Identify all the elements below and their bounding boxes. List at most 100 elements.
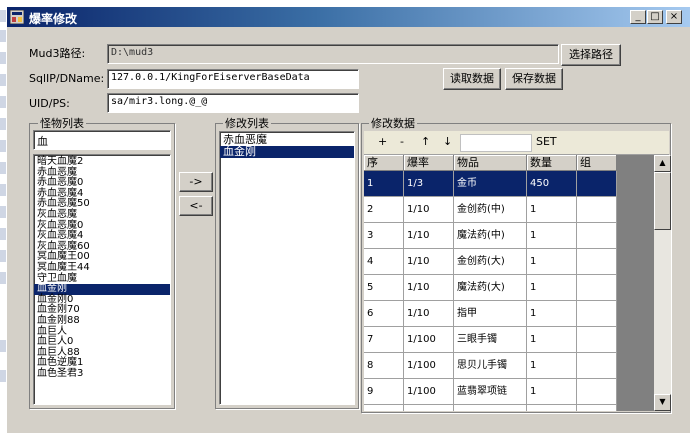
table-cell[interactable]: 1 [527, 379, 577, 405]
data-toolbar: + - ↑ ↓ SET [364, 131, 669, 155]
table-cell[interactable]: 7 [364, 327, 404, 353]
table-cell[interactable] [577, 275, 617, 301]
table-cell[interactable]: 1/10 [404, 275, 454, 301]
table-cell[interactable]: 1 [527, 301, 577, 327]
table-row[interactable]: 1 1/3 金币 450 [364, 171, 617, 197]
data-grid[interactable]: 序爆率 物品 数量组 1 1/3 金币 450 2 1/10 金创药(中) 1 3 1/10 魔法药(中)… [364, 155, 654, 411]
table-cell[interactable] [404, 405, 454, 411]
scroll-down-icon[interactable]: ▼ [654, 394, 671, 411]
table-cell[interactable]: 金创药(中) [454, 197, 527, 223]
column-header[interactable]: 物品 [454, 155, 527, 171]
title-bar[interactable]: 爆率修改 _ □ × [7, 7, 690, 27]
table-cell[interactable]: 蓝翡翠项链 [454, 379, 527, 405]
table-cell[interactable] [527, 405, 577, 411]
move-down-button[interactable]: ↓ [443, 135, 452, 148]
table-cell[interactable] [577, 249, 617, 275]
table-cell[interactable]: 450 [527, 171, 577, 197]
column-header[interactable]: 爆率 [404, 155, 454, 171]
monster-list-item[interactable]: 暗天血魔2 [34, 156, 170, 168]
table-cell[interactable]: 1/100 [404, 353, 454, 379]
scroll-up-icon[interactable]: ▲ [654, 155, 671, 172]
table-cell[interactable]: 金币 [454, 171, 527, 197]
table-cell[interactable]: 1 [527, 353, 577, 379]
add-row-button[interactable]: + [378, 135, 387, 148]
table-cell[interactable] [454, 405, 527, 411]
table-cell[interactable]: 1/10 [404, 301, 454, 327]
monster-search-input[interactable]: 血 [33, 130, 171, 150]
save-data-button[interactable]: 保存数据 [505, 68, 563, 90]
table-cell[interactable]: 9 [364, 379, 404, 405]
monster-list-item[interactable]: 血金刚88 [34, 315, 170, 327]
table-row[interactable]: 6 1/10 指甲 1 [364, 301, 617, 327]
move-up-button[interactable]: ↑ [421, 135, 430, 148]
read-data-button[interactable]: 读取数据 [443, 68, 501, 90]
choose-path-button[interactable]: 选择路径 [561, 44, 621, 66]
column-header[interactable]: 组 [577, 155, 617, 171]
monster-list-item[interactable]: 冥血魔王44 [34, 262, 170, 274]
set-value-input[interactable] [460, 134, 532, 152]
table-cell[interactable]: 魔法药(大) [454, 275, 527, 301]
column-header[interactable]: 序 [364, 155, 404, 171]
table-cell[interactable]: 1 [527, 249, 577, 275]
table-cell[interactable] [577, 379, 617, 405]
table-cell[interactable] [577, 353, 617, 379]
minimize-button[interactable]: _ [630, 10, 646, 24]
table-cell[interactable]: 1 [527, 327, 577, 353]
sql-field[interactable]: 127.0.0.1/KingForEiserverBaseData [107, 69, 359, 89]
table-cell[interactable]: 1 [364, 171, 404, 197]
table-row[interactable]: 4 1/10 金创药(大) 1 [364, 249, 617, 275]
table-cell[interactable]: 1 [527, 223, 577, 249]
table-cell[interactable]: 4 [364, 249, 404, 275]
table-row[interactable]: 10 [364, 405, 617, 411]
table-cell[interactable]: 三眼手镯 [454, 327, 527, 353]
uid-field[interactable]: sa/mir3.long.@_@ [107, 93, 359, 113]
mod-data-title: 修改数据 [369, 115, 417, 131]
table-cell[interactable]: 金创药(大) [454, 249, 527, 275]
remove-from-list-button[interactable]: <- [179, 196, 213, 216]
table-cell[interactable]: 8 [364, 353, 404, 379]
table-cell[interactable]: 3 [364, 223, 404, 249]
table-cell[interactable] [577, 171, 617, 197]
mod-list-item[interactable]: 血金刚 [220, 146, 354, 158]
table-cell[interactable]: 10 [364, 405, 404, 411]
monster-list-item[interactable]: 血色圣君3 [34, 368, 170, 380]
table-cell[interactable]: 6 [364, 301, 404, 327]
table-row[interactable]: 8 1/100 思贝儿手镯 1 [364, 353, 617, 379]
table-cell[interactable]: 魔法药(中) [454, 223, 527, 249]
table-cell[interactable]: 思贝儿手镯 [454, 353, 527, 379]
monster-list-item[interactable]: 灰血恶魔 [34, 209, 170, 221]
table-row[interactable]: 3 1/10 魔法药(中) 1 [364, 223, 617, 249]
sql-label: SqlIP/DName: [29, 72, 105, 85]
monster-listbox[interactable]: 暗天血魔2 赤血恶魔 赤血恶魔0 赤血恶魔4 赤血恶魔50 灰血恶魔 灰血恶魔0 灰血恶魔4 灰… [33, 154, 171, 405]
table-cell[interactable]: 1/10 [404, 223, 454, 249]
mud3-path-field[interactable]: D:\mud3 [107, 44, 559, 64]
add-to-list-button[interactable]: -> [179, 172, 213, 192]
table-cell[interactable]: 1 [527, 197, 577, 223]
table-cell[interactable]: 1/3 [404, 171, 454, 197]
maximize-button[interactable]: □ [647, 10, 663, 24]
table-cell[interactable]: 5 [364, 275, 404, 301]
table-cell[interactable]: 指甲 [454, 301, 527, 327]
scroll-thumb[interactable] [654, 172, 671, 230]
column-header[interactable]: 数量 [527, 155, 577, 171]
table-row[interactable]: 9 1/100 蓝翡翠项链 1 [364, 379, 617, 405]
close-button[interactable]: × [666, 10, 682, 24]
mod-listbox[interactable]: 赤血恶魔 血金刚 [219, 131, 355, 405]
table-row[interactable]: 5 1/10 魔法药(大) 1 [364, 275, 617, 301]
table-cell[interactable]: 1/10 [404, 249, 454, 275]
table-cell[interactable] [577, 197, 617, 223]
table-cell[interactable]: 1/100 [404, 327, 454, 353]
table-cell[interactable] [577, 223, 617, 249]
table-cell[interactable] [577, 405, 617, 411]
table-cell[interactable]: 1/100 [404, 379, 454, 405]
table-cell[interactable] [577, 301, 617, 327]
table-cell[interactable]: 1/10 [404, 197, 454, 223]
table-cell[interactable] [577, 327, 617, 353]
table-cell[interactable]: 1 [527, 275, 577, 301]
table-row[interactable]: 2 1/10 金创药(中) 1 [364, 197, 617, 223]
table-row[interactable]: 7 1/100 三眼手镯 1 [364, 327, 617, 353]
table-cell[interactable]: 2 [364, 197, 404, 223]
grid-vertical-scrollbar[interactable]: ▲ ▼ [654, 155, 671, 411]
remove-row-button[interactable]: - [400, 135, 404, 148]
set-button[interactable]: SET [536, 135, 557, 148]
